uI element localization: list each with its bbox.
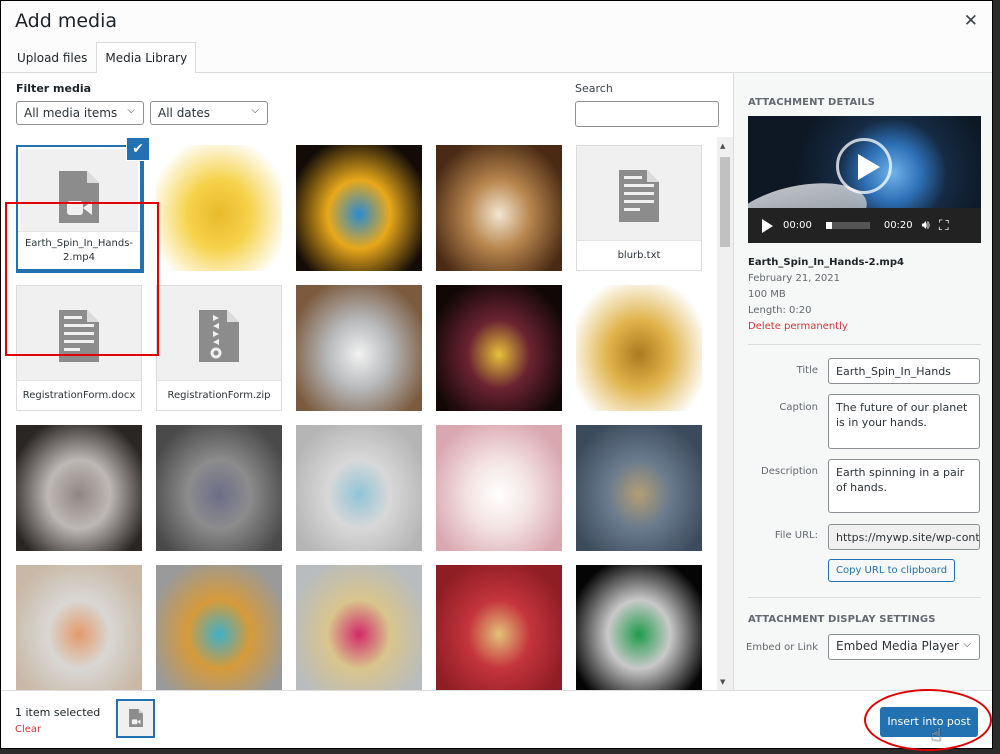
chevron-down-icon: ⌵ bbox=[963, 639, 971, 650]
embed-or-link-label: Embed or Link bbox=[746, 642, 818, 653]
media-item-image[interactable] bbox=[156, 425, 282, 551]
media-item-filename: RegistrationForm.docx bbox=[17, 380, 141, 410]
date-value: All dates bbox=[158, 106, 211, 120]
checkmark-icon[interactable]: ✔ bbox=[126, 137, 150, 161]
tab-media-library[interactable]: Media Library bbox=[96, 42, 197, 74]
chevron-down-icon: ⌵ bbox=[251, 105, 259, 116]
filter-media-label: Filter media bbox=[16, 82, 92, 95]
volume-icon[interactable]: 🔊︎ bbox=[922, 218, 930, 233]
date-select[interactable]: All dates ⌵ bbox=[150, 101, 268, 125]
media-item-image[interactable] bbox=[296, 425, 422, 551]
progress-bar[interactable] bbox=[825, 222, 870, 229]
media-item-image[interactable] bbox=[436, 145, 562, 271]
media-item-image[interactable] bbox=[156, 145, 282, 271]
scrollbar-thumb[interactable] bbox=[720, 157, 730, 247]
media-item-filename: blurb.txt bbox=[577, 240, 701, 270]
player-controls: 00:00 00:20 🔊︎ ⛶ bbox=[748, 208, 981, 243]
copy-url-button[interactable]: Copy URL to clipboard bbox=[828, 559, 956, 582]
tab-upload-files[interactable]: Upload files bbox=[8, 42, 96, 73]
archive-file-icon bbox=[199, 310, 239, 362]
title-label: Title bbox=[796, 365, 818, 376]
modal-title: Add media bbox=[15, 10, 118, 32]
document-file-icon bbox=[619, 170, 659, 222]
media-item-filename: Earth_Spin_In_Hands-2.mp4 bbox=[18, 231, 140, 269]
clear-selection-link[interactable]: Clear bbox=[15, 724, 41, 735]
scroll-down-icon[interactable]: ▼ bbox=[720, 678, 725, 686]
display-settings-heading: ATTACHMENT DISPLAY SETTINGS bbox=[748, 614, 936, 625]
duration: 00:20 bbox=[883, 220, 913, 231]
media-type-value: All media items bbox=[24, 106, 118, 120]
selection-count: 1 item selected bbox=[15, 706, 101, 719]
media-type-select[interactable]: All media items ⌵ bbox=[16, 101, 144, 125]
modal-header: Add media ✕ Upload files Media Library bbox=[1, 1, 992, 74]
scroll-up-icon[interactable]: ▲ bbox=[720, 142, 725, 150]
file-size: 100 MB bbox=[748, 289, 786, 300]
caption-label: Caption bbox=[779, 402, 818, 413]
delete-permanently-link[interactable]: Delete permanently bbox=[748, 319, 904, 335]
search-label: Search bbox=[575, 82, 613, 95]
media-item-image[interactable] bbox=[436, 425, 562, 551]
media-length: Length: 0:20 bbox=[748, 305, 812, 316]
current-time: 00:00 bbox=[783, 220, 812, 231]
modal-footer: 1 item selected Clear Insert into post bbox=[1, 690, 992, 748]
description-field[interactable]: Earth spinning in a pair of hands. bbox=[828, 459, 980, 513]
media-item-image[interactable] bbox=[576, 425, 702, 551]
media-item-image[interactable] bbox=[436, 285, 562, 411]
grid-scrollbar[interactable]: ▲ ▼ bbox=[717, 137, 733, 690]
media-item-file[interactable]: Earth_Spin_In_Hands-2.mp4 bbox=[16, 145, 144, 273]
embed-select-value: Embed Media Player bbox=[836, 639, 959, 653]
media-item-file[interactable]: RegistrationForm.zip bbox=[156, 285, 282, 411]
media-item-image[interactable] bbox=[436, 565, 562, 690]
media-item-image[interactable] bbox=[296, 565, 422, 690]
video-player[interactable]: 00:00 00:20 🔊︎ ⛶ bbox=[748, 116, 981, 243]
document-file-icon bbox=[59, 310, 99, 362]
description-label: Description bbox=[761, 466, 818, 477]
media-item-image[interactable] bbox=[156, 565, 282, 690]
upload-date: February 21, 2021 bbox=[748, 273, 841, 284]
media-item-image[interactable] bbox=[576, 565, 702, 690]
media-item-filename: RegistrationForm.zip bbox=[157, 380, 281, 410]
media-item-image[interactable] bbox=[296, 285, 422, 411]
insert-into-post-button[interactable]: Insert into post bbox=[880, 707, 978, 737]
close-icon[interactable]: ✕ bbox=[964, 11, 978, 31]
chevron-down-icon: ⌵ bbox=[127, 105, 135, 116]
media-item-image[interactable] bbox=[16, 425, 142, 551]
attachment-details-sidebar: ATTACHMENT DETAILS 00:00 00:20 🔊︎ ⛶ Eart… bbox=[733, 73, 992, 690]
media-item-file[interactable]: RegistrationForm.docx bbox=[16, 285, 142, 411]
attachment-details-heading: ATTACHMENT DETAILS bbox=[748, 97, 875, 108]
caption-field[interactable]: The future of our planet is in your hand… bbox=[828, 394, 980, 449]
media-item-image[interactable] bbox=[576, 285, 702, 411]
play-overlay-icon[interactable] bbox=[836, 138, 892, 194]
media-item-file[interactable]: blurb.txt bbox=[576, 145, 702, 271]
embed-or-link-select[interactable]: Embed Media Player ⌵ bbox=[828, 634, 980, 660]
media-item-image[interactable] bbox=[16, 565, 142, 690]
media-library-panel: Filter media All media items ⌵ All dates… bbox=[1, 73, 733, 690]
fullscreen-icon[interactable]: ⛶ bbox=[939, 218, 949, 234]
file-url-field[interactable]: https://mywp.site/wp-conte bbox=[828, 524, 980, 550]
file-name: Earth_Spin_In_Hands-2.mp4 bbox=[748, 257, 904, 268]
video-file-icon bbox=[129, 709, 143, 727]
media-grid: Earth_Spin_In_Hands-2.mp4 blurb.txt Regist… bbox=[16, 145, 716, 690]
media-item-image[interactable] bbox=[296, 145, 422, 271]
file-meta: Earth_Spin_In_Hands-2.mp4 February 21, 2… bbox=[748, 255, 904, 335]
file-url-label: File URL: bbox=[774, 530, 818, 541]
selected-item-thumbnail[interactable] bbox=[116, 699, 155, 738]
divider bbox=[748, 344, 981, 345]
title-field[interactable]: Earth_Spin_In_Hands bbox=[828, 358, 980, 384]
media-tabs: Upload files Media Library bbox=[8, 42, 197, 74]
video-file-icon bbox=[59, 171, 99, 223]
search-input[interactable] bbox=[575, 101, 719, 127]
divider bbox=[748, 597, 981, 598]
add-media-modal: Add media ✕ Upload files Media Library F… bbox=[0, 0, 993, 749]
play-icon[interactable] bbox=[762, 218, 773, 233]
